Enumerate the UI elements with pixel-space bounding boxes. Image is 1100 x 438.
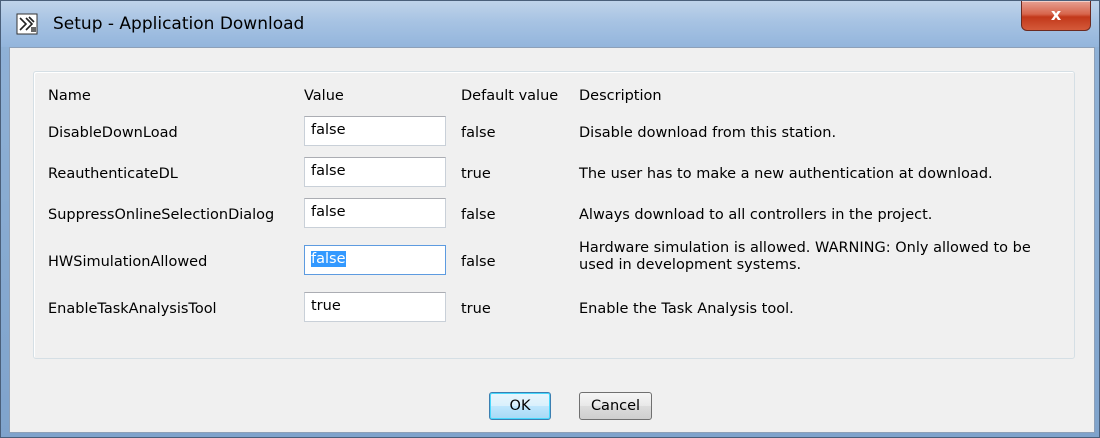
- row-default: false: [461, 254, 496, 270]
- row-description: Enable the Task Analysis tool.: [579, 301, 794, 317]
- dialog-body: Name Value Default value Description Dis…: [9, 47, 1095, 433]
- cancel-button[interactable]: Cancel: [579, 392, 652, 420]
- window-title: Setup - Application Download: [53, 14, 305, 34]
- value-input-enabletaskanalysistool[interactable]: true: [304, 292, 446, 322]
- row-default: false: [461, 125, 496, 141]
- row-default: true: [461, 301, 491, 317]
- ok-button[interactable]: OK: [489, 392, 551, 420]
- row-description: Disable download from this station.: [579, 125, 837, 141]
- title-bar[interactable]: Setup - Application Download x: [1, 1, 1099, 47]
- setup-dialog-window: Setup - Application Download x Name Valu…: [0, 0, 1100, 438]
- row-name: HWSimulationAllowed: [48, 254, 208, 270]
- value-input-disabledownload[interactable]: false: [304, 116, 446, 146]
- row-name: SuppressOnlineSelectionDialog: [48, 207, 275, 223]
- row-default: true: [461, 166, 491, 182]
- row-description: Hardware simulation is allowed. WARNING:…: [579, 240, 1031, 273]
- row-description: The user has to make a new authenticatio…: [579, 166, 993, 182]
- close-icon: x: [1050, 5, 1062, 24]
- value-input-suppressonlineselectiondialog[interactable]: false: [304, 198, 446, 228]
- settings-group: Name Value Default value Description Dis…: [33, 71, 1075, 359]
- header-description: Description: [579, 88, 662, 104]
- header-name: Name: [48, 88, 91, 104]
- row-name: EnableTaskAnalysisTool: [48, 301, 217, 317]
- row-name: DisableDownLoad: [48, 125, 178, 141]
- value-input-hwsimulationallowed[interactable]: false: [304, 245, 446, 275]
- row-description: Always download to all controllers in th…: [579, 207, 933, 223]
- header-default-value: Default value: [461, 88, 559, 104]
- value-input-reauthenticatedl[interactable]: false: [304, 157, 446, 187]
- app-icon: [16, 13, 38, 35]
- header-value: Value: [304, 88, 344, 104]
- row-name: ReauthenticateDL: [48, 166, 178, 182]
- close-button[interactable]: x: [1021, 1, 1091, 31]
- row-default: false: [461, 207, 496, 223]
